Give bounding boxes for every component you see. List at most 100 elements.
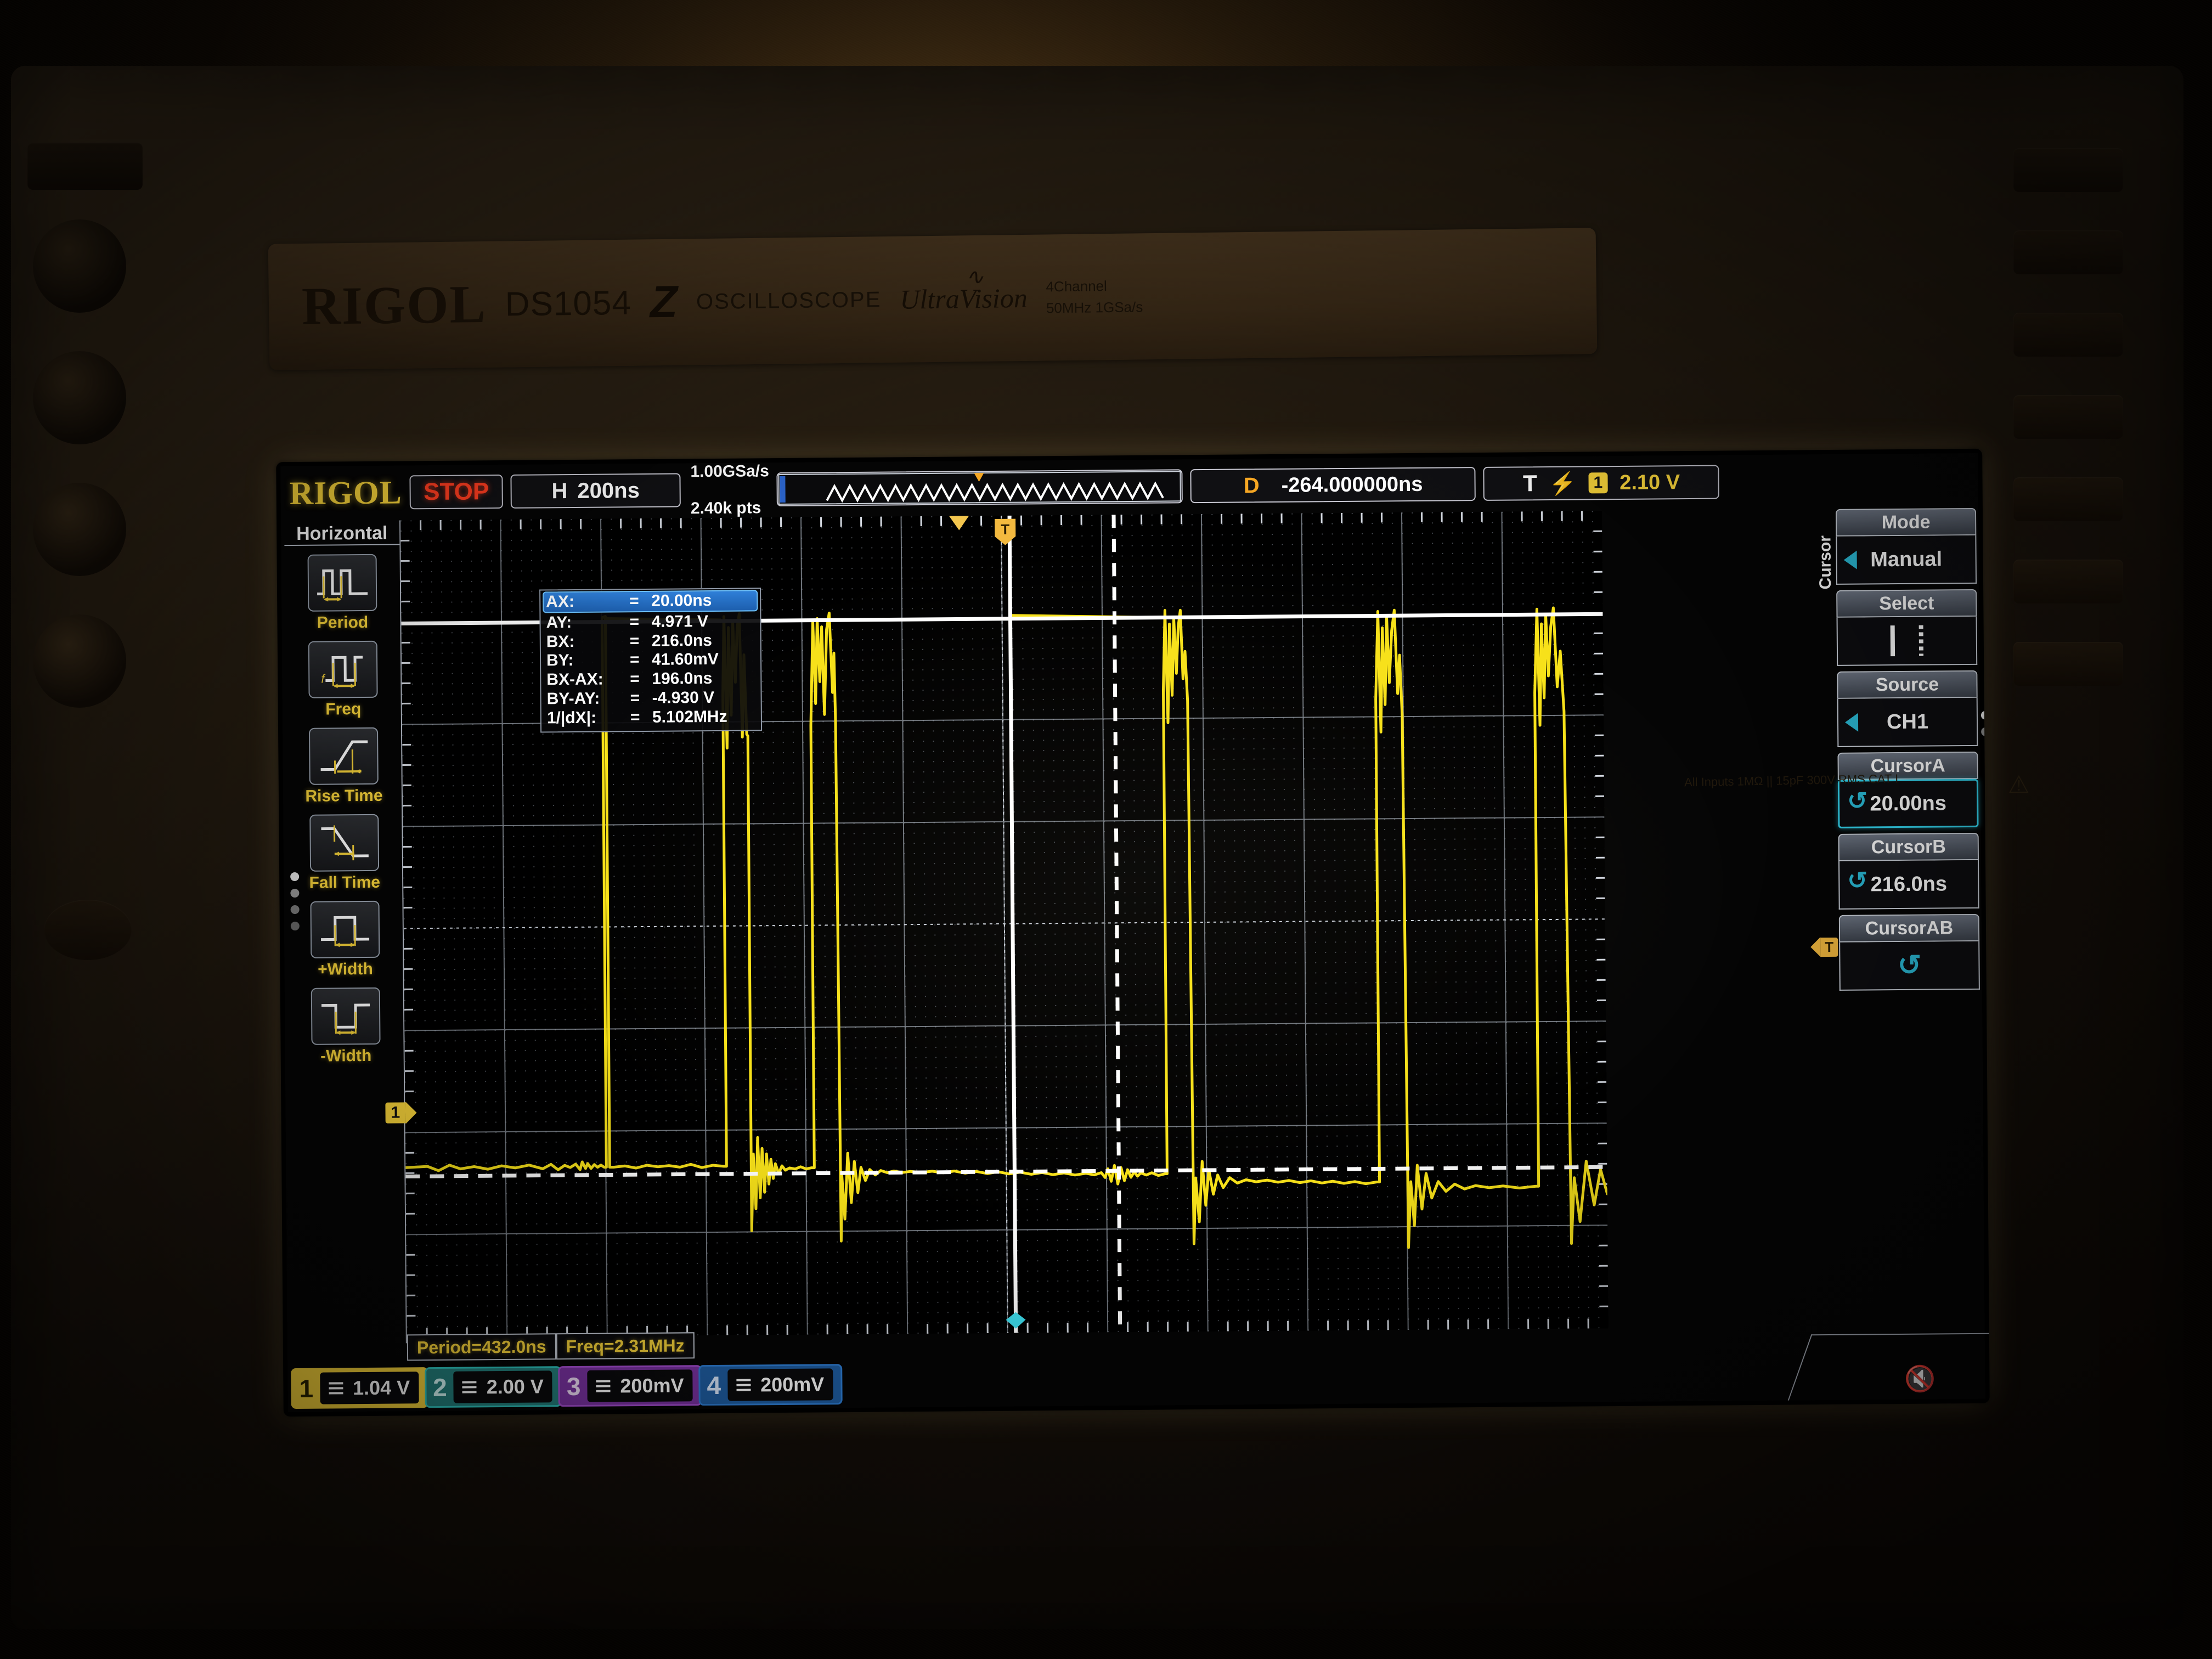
cursor-row-invdx[interactable]: 1/|dX|: = 5.102MHz (544, 707, 759, 728)
panel-button-r3[interactable] (2013, 313, 2123, 357)
trigger-label: T (1522, 470, 1537, 496)
menu-value-source-text: CH1 (1886, 710, 1929, 733)
waveform-spark-icon: ∿ (965, 264, 984, 290)
measure-label-fall-time: Fall Time (309, 873, 381, 892)
cursor-row-bx[interactable]: BX: = 216.0ns (543, 631, 758, 652)
menu-value-cursor-ab[interactable]: ↺ (1839, 941, 1980, 991)
menu-value-source[interactable]: CH1 (1837, 697, 1978, 747)
menu-value-cursor-b-text: 216.0ns (1870, 872, 1948, 896)
measure-item-fall-time[interactable]: Fall Time (286, 814, 402, 893)
cursor-key-dx: BX-AX: (546, 670, 603, 689)
trigger-box[interactable]: T ⚡ 1 2.10 V (1483, 465, 1720, 501)
panel-button-r4[interactable] (2013, 395, 2123, 439)
panel-knob-3[interactable] (33, 483, 126, 576)
status-bar: RIGOL STOP H 200ns 1.00GSa/s 2.40k pts T… (280, 453, 1978, 520)
memory-overview-bar[interactable]: T (776, 469, 1183, 507)
delay-value: -264.000000ns (1281, 472, 1423, 497)
spec-text: 4Channel 50MHz 1GSa/s (1046, 275, 1143, 319)
panel-knob-2[interactable] (33, 351, 126, 444)
menu-head-cursor-b: CursorB (1838, 832, 1979, 861)
channel-bar: 1 1.04 V 2 2.00 V 3 200mV 4 200mV (291, 1364, 843, 1409)
measure-item-freq[interactable]: f Freq (285, 640, 401, 719)
channel-3-scale: 200mV (620, 1374, 684, 1397)
channel-1-scale: 1.04 V (352, 1376, 410, 1400)
run-stop-indicator[interactable]: STOP (409, 474, 503, 510)
panel-knob-4[interactable] (33, 614, 126, 708)
menu-block-cursor-b: CursorB ↺ 216.0ns (1838, 832, 1979, 910)
menu-value-mode[interactable]: Manual (1836, 535, 1977, 585)
panel-button-run[interactable] (44, 900, 132, 960)
cursor-eq-by: = (629, 651, 640, 669)
panel-button-r1[interactable] (2013, 148, 2123, 192)
delay-box[interactable]: D -264.000000ns (1190, 467, 1476, 504)
measure-item-pos-width[interactable]: +Width (287, 900, 403, 979)
spec-bandwidth: 50MHz 1GSa/s (1046, 298, 1143, 317)
measure-label-rise-time: Rise Time (305, 786, 383, 805)
photograph-of-oscilloscope: RIGOL DS1054 Z OSCILLOSCOPE ∿ UltraVisio… (0, 0, 2212, 1659)
panel-button-r5[interactable] (2013, 477, 2123, 521)
measure-item-neg-width[interactable]: -Width (288, 987, 404, 1066)
menu-head-cursor-ab: CursorAB (1838, 913, 1980, 943)
measure-label-neg-width: -Width (320, 1046, 372, 1065)
channel-3[interactable]: 3 200mV (558, 1365, 702, 1407)
trigger-edge-icon: ⚡ (1549, 471, 1577, 496)
menu-head-select: Select (1836, 589, 1977, 618)
ch1-ground-arrow-icon (405, 1102, 417, 1124)
speaker-mute-icon[interactable]: 🔇 (1904, 1364, 1936, 1394)
rotary-knob-icon: ↺ (1897, 949, 1922, 982)
rigol-logo: RIGOL (289, 473, 402, 511)
measure-sidebar: Horizontal Period f Freq Rise Time Fall … (284, 520, 407, 1345)
cursor-row-dy[interactable]: BY-AY: = -4.930 V (543, 688, 758, 709)
menu-value-cursor-b[interactable]: ↺ 216.0ns (1838, 860, 1979, 910)
cursor-eq-bx: = (629, 631, 640, 650)
waveform-graticule[interactable]: T AX: = 20.00ns AY: = 4.971 V BX: = 216.… (400, 511, 1609, 1338)
menu-value-select[interactable] (1836, 616, 1978, 666)
cursor-val-ax: 20.00ns (651, 591, 712, 610)
menu-block-select: Select (1836, 589, 1978, 666)
memory-overview-waveform: T (778, 471, 1182, 505)
scroll-indicator (290, 872, 300, 931)
timebase-box[interactable]: H 200ns (510, 473, 681, 509)
lcd-screen: RIGOL STOP H 200ns 1.00GSa/s 2.40k pts T… (276, 448, 1990, 1417)
model-name: DS1054 (505, 284, 632, 324)
panel-knob-1[interactable] (33, 219, 126, 313)
horizontal-label: H (551, 478, 568, 503)
panel-button-r2[interactable] (2013, 230, 2123, 274)
neg-width-icon (311, 987, 381, 1045)
cursor-val-by: 41.60mV (651, 650, 719, 669)
ultravision-logo: ∿ UltraVision (900, 264, 1028, 315)
panel-button-menu[interactable] (27, 143, 143, 190)
page-dots (1980, 710, 1990, 736)
cursor-row-by[interactable]: BY: = 41.60mV (543, 650, 758, 671)
measure-item-rise-time[interactable]: Rise Time (286, 727, 402, 806)
rotary-knob-icon: ↺ (1847, 787, 1868, 815)
channel-4-coupling-icon (736, 1379, 751, 1391)
panel-button-r7[interactable] (2013, 642, 2123, 686)
cursor-style-icon (1890, 625, 1924, 657)
channel-2[interactable]: 2 2.00 V (424, 1366, 562, 1408)
trigger-level-value: 2.10 V (1620, 470, 1680, 494)
svg-text:T: T (1001, 521, 1009, 538)
cursor-row-ax[interactable]: AX: = 20.00ns (543, 590, 758, 613)
measurement-freq[interactable]: Freq=2.31MHz (556, 1332, 695, 1360)
cursor-measurement-table: AX: = 20.00ns AY: = 4.971 V BX: = 216.0n… (539, 588, 763, 733)
trigger-level-marker[interactable]: T (1810, 937, 1838, 957)
cursor-row-ay[interactable]: AY: = 4.971 V (543, 612, 758, 633)
run-state-label: STOP (423, 478, 489, 506)
ch1-ground-marker[interactable]: 1 (385, 1102, 417, 1124)
cursor-row-dx[interactable]: BX-AX: = 196.0ns (543, 669, 758, 690)
sidebar-title: Horizontal (284, 520, 400, 546)
channel-3-coupling-icon (596, 1380, 611, 1392)
panel-corner-divider (1787, 1333, 1990, 1401)
channel-1[interactable]: 1 1.04 V (291, 1367, 428, 1409)
cursor-eq-dx: = (630, 670, 640, 689)
measurement-period[interactable]: Period=432.0ns (407, 1333, 556, 1361)
measure-item-period[interactable]: Period (285, 554, 400, 633)
channel-4[interactable]: 4 200mV (698, 1364, 843, 1406)
cursor-val-dy: -4.930 V (652, 688, 715, 707)
brand-name: RIGOL (301, 274, 487, 337)
measure-label-freq: Freq (325, 700, 362, 719)
panel-button-r6[interactable] (2013, 560, 2123, 603)
cursor-eq-ax: = (629, 592, 639, 611)
menu-value-cursor-a-text: 20.00ns (1870, 791, 1947, 815)
